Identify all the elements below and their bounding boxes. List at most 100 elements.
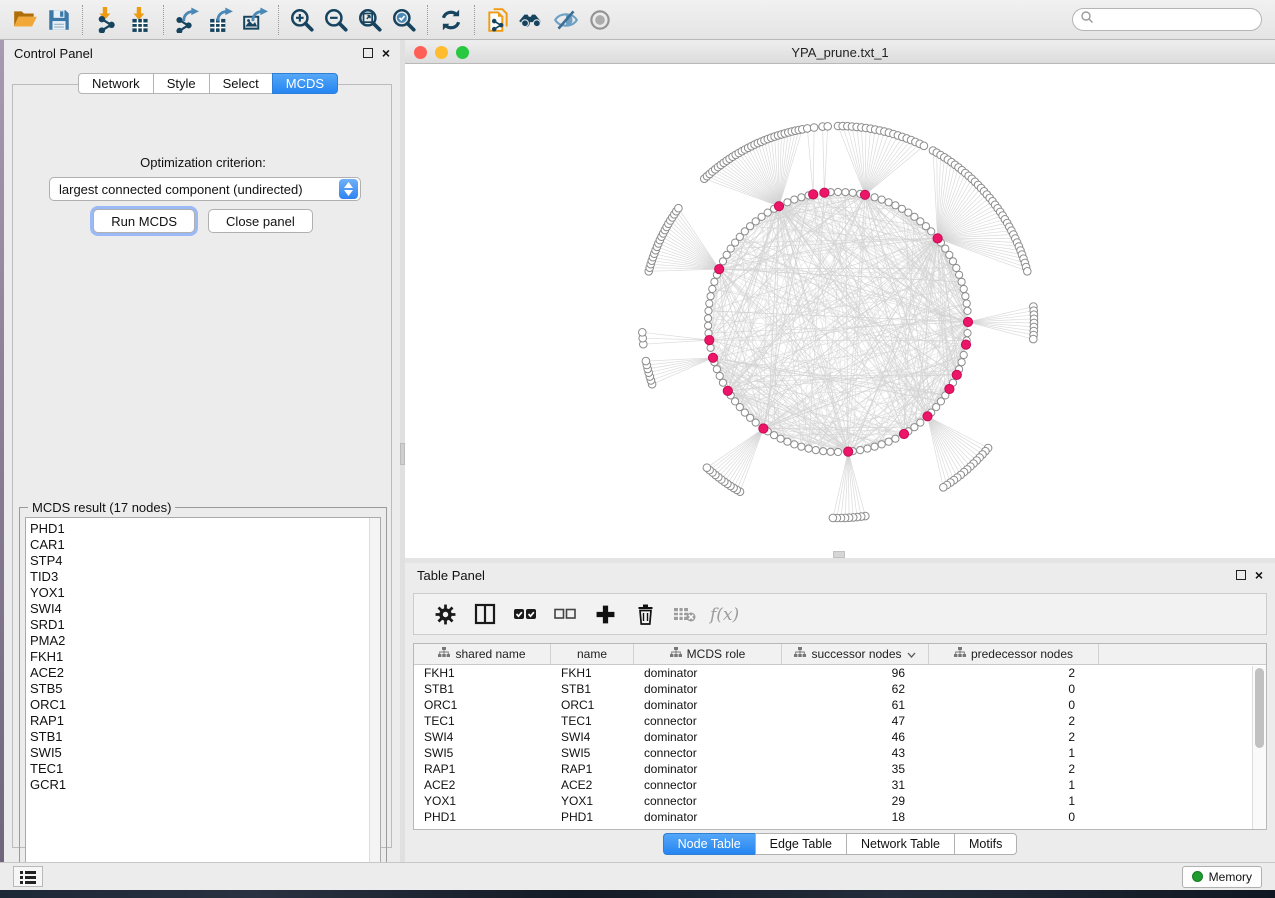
hide-panels-icon[interactable] bbox=[549, 5, 583, 35]
mcds-hub-node[interactable] bbox=[899, 429, 908, 438]
table-row[interactable]: TEC1TEC1connector472 bbox=[414, 713, 1266, 729]
zoom-fit-icon[interactable] bbox=[353, 5, 387, 35]
result-list-item[interactable]: YOX1 bbox=[30, 585, 380, 601]
result-list-item[interactable]: RAP1 bbox=[30, 713, 380, 729]
import-network-icon[interactable] bbox=[89, 5, 123, 35]
result-list-item[interactable]: GCR1 bbox=[30, 777, 380, 793]
svg-text:f(x): f(x) bbox=[708, 605, 739, 625]
table-scrollbar[interactable] bbox=[1252, 666, 1266, 830]
table-row[interactable]: ORC1ORC1dominator610 bbox=[414, 697, 1266, 713]
column-header-successor-nodes[interactable]: successor nodes bbox=[782, 644, 929, 664]
tab-select[interactable]: Select bbox=[209, 73, 272, 94]
result-list-item[interactable]: CAR1 bbox=[30, 537, 380, 553]
create-column-icon[interactable] bbox=[587, 597, 623, 631]
table-scrollbar-thumb[interactable] bbox=[1255, 668, 1264, 748]
result-list-item[interactable]: SWI4 bbox=[30, 601, 380, 617]
import-table-icon[interactable] bbox=[123, 5, 157, 35]
mcds-hub-node[interactable] bbox=[708, 353, 717, 362]
result-list-item[interactable]: PHD1 bbox=[30, 521, 380, 537]
result-list-item[interactable]: ACE2 bbox=[30, 665, 380, 681]
delete-column-icon[interactable] bbox=[627, 597, 663, 631]
result-list-item[interactable]: TID3 bbox=[30, 569, 380, 585]
mcds-result-list[interactable]: PHD1CAR1STP4TID3YOX1SWI4SRD1PMA2FKH1ACE2… bbox=[25, 517, 381, 869]
open-file-icon[interactable] bbox=[8, 5, 42, 35]
mcds-hub-node[interactable] bbox=[923, 412, 932, 421]
deselect-all-rows-icon[interactable] bbox=[547, 597, 583, 631]
tab-node-table[interactable]: Node Table bbox=[663, 833, 755, 855]
optimization-criterion-select[interactable]: largest connected component (undirected) bbox=[49, 177, 361, 201]
zoom-in-icon[interactable] bbox=[285, 5, 319, 35]
result-list-item[interactable]: STB5 bbox=[30, 681, 380, 697]
mcds-hub-node[interactable] bbox=[705, 336, 714, 345]
result-list-scrollbar[interactable] bbox=[369, 518, 380, 868]
network-canvas[interactable] bbox=[405, 64, 1275, 558]
mcds-hub-node[interactable] bbox=[809, 190, 818, 199]
tab-network[interactable]: Network bbox=[78, 73, 153, 94]
mcds-hub-node[interactable] bbox=[961, 340, 970, 349]
mcds-hub-node[interactable] bbox=[844, 447, 853, 456]
close-panel-button[interactable]: Close panel bbox=[208, 209, 313, 233]
show-columns-icon[interactable] bbox=[467, 597, 503, 631]
column-header-name[interactable]: name bbox=[551, 644, 634, 664]
tab-edge-table[interactable]: Edge Table bbox=[755, 833, 846, 855]
mcds-hub-node[interactable] bbox=[774, 202, 783, 211]
mcds-hub-node[interactable] bbox=[715, 265, 724, 274]
search-network-icon[interactable] bbox=[515, 5, 549, 35]
network-window-titlebar[interactable]: YPA_prune.txt_1 bbox=[405, 42, 1275, 64]
export-network-icon[interactable] bbox=[170, 5, 204, 35]
mcds-hub-node[interactable] bbox=[723, 386, 732, 395]
result-list-item[interactable]: FKH1 bbox=[30, 649, 380, 665]
memory-button[interactable]: Memory bbox=[1182, 866, 1262, 888]
table-row[interactable]: SWI5SWI5connector431 bbox=[414, 745, 1266, 761]
mcds-hub-node[interactable] bbox=[945, 384, 954, 393]
search-input[interactable] bbox=[1094, 13, 1244, 27]
cell-predecessor-nodes: 1 bbox=[929, 793, 1099, 809]
result-list-item[interactable]: TEC1 bbox=[30, 761, 380, 777]
select-all-rows-icon[interactable] bbox=[507, 597, 543, 631]
export-table-icon[interactable] bbox=[204, 5, 238, 35]
task-history-button[interactable] bbox=[13, 866, 43, 887]
mcds-hub-node[interactable] bbox=[963, 317, 972, 326]
table-row[interactable]: ACE2ACE2connector311 bbox=[414, 777, 1266, 793]
column-header-MCDS-role[interactable]: MCDS role bbox=[634, 644, 782, 664]
search-icon bbox=[1080, 10, 1094, 29]
mcds-hub-node[interactable] bbox=[759, 424, 768, 433]
refresh-icon[interactable] bbox=[434, 5, 468, 35]
table-row[interactable]: RAP1RAP1dominator352 bbox=[414, 761, 1266, 777]
table-row[interactable]: PHD1PHD1dominator180 bbox=[414, 809, 1266, 825]
result-list-item[interactable]: SRD1 bbox=[30, 617, 380, 633]
zoom-out-icon[interactable] bbox=[319, 5, 353, 35]
tab-network-table[interactable]: Network Table bbox=[846, 833, 954, 855]
mcds-hub-node[interactable] bbox=[860, 190, 869, 199]
close-table-panel-icon[interactable]: × bbox=[1255, 570, 1263, 580]
column-header-shared-name[interactable]: shared name bbox=[414, 644, 551, 664]
mcds-hub-node[interactable] bbox=[933, 234, 942, 243]
result-list-item[interactable]: PMA2 bbox=[30, 633, 380, 649]
table-row[interactable]: STB1STB1dominator620 bbox=[414, 681, 1266, 697]
table-row[interactable]: SWI4SWI4dominator462 bbox=[414, 729, 1266, 745]
settings-gear-icon[interactable] bbox=[427, 597, 463, 631]
save-session-icon[interactable] bbox=[42, 5, 76, 35]
mcds-hub-node[interactable] bbox=[820, 188, 829, 197]
result-list-item[interactable]: SWI5 bbox=[30, 745, 380, 761]
network-graph[interactable] bbox=[405, 64, 1275, 558]
tab-style[interactable]: Style bbox=[153, 73, 209, 94]
tab-motifs[interactable]: Motifs bbox=[954, 833, 1017, 855]
search-box[interactable] bbox=[1072, 8, 1262, 31]
result-list-item[interactable]: ORC1 bbox=[30, 697, 380, 713]
zoom-selected-icon[interactable] bbox=[387, 5, 421, 35]
column-header-predecessor-nodes[interactable]: predecessor nodes bbox=[929, 644, 1099, 664]
tab-mcds[interactable]: MCDS bbox=[272, 73, 338, 94]
table-row[interactable]: FKH1FKH1dominator962 bbox=[414, 665, 1266, 681]
mcds-hub-node[interactable] bbox=[952, 370, 961, 379]
float-panel-icon[interactable] bbox=[363, 48, 373, 58]
export-image-icon[interactable] bbox=[238, 5, 272, 35]
table-row[interactable]: YOX1YOX1connector291 bbox=[414, 793, 1266, 809]
float-table-panel-icon[interactable] bbox=[1236, 570, 1246, 580]
result-list-item[interactable]: STP4 bbox=[30, 553, 380, 569]
run-mcds-button[interactable]: Run MCDS bbox=[93, 209, 195, 233]
close-panel-icon[interactable]: × bbox=[382, 48, 390, 58]
result-list-item[interactable]: STB1 bbox=[30, 729, 380, 745]
share-document-icon[interactable] bbox=[481, 5, 515, 35]
canvas-splitter-handle[interactable] bbox=[833, 551, 845, 558]
